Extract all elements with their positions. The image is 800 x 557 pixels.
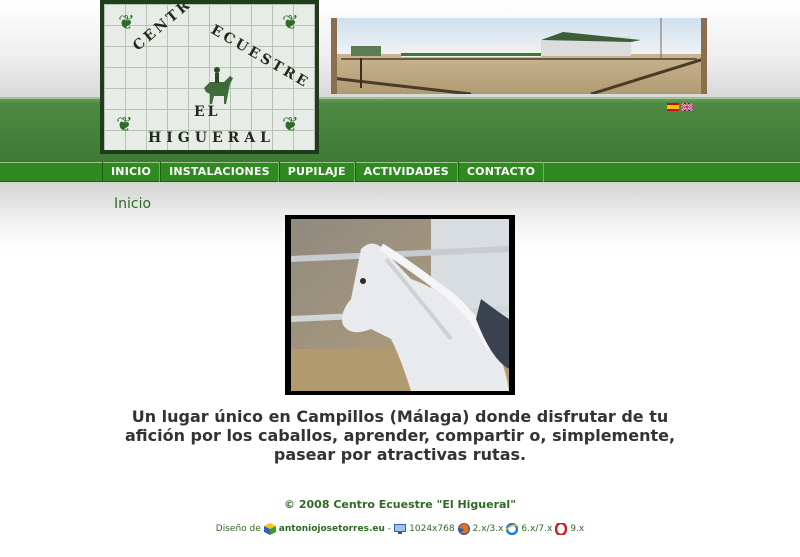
- footer-credits: Diseño de antoniojosetorres.eu - 1024x76…: [0, 523, 800, 535]
- flag-es-icon[interactable]: [667, 103, 679, 111]
- copyright-notice: © 2008 Centro Ecuestre "El Higueral": [284, 498, 516, 511]
- logo-text-higueral: HIGUERAL: [148, 130, 275, 146]
- design-label: Diseño de: [215, 524, 261, 534]
- opera-icon: [555, 523, 568, 535]
- nav-item-pupilaje[interactable]: PUPILAJE: [278, 162, 355, 182]
- fig-leaf-icon: ❦: [282, 112, 299, 136]
- firefox-version: 2.x/3.x: [472, 524, 504, 534]
- ie-icon: [506, 523, 519, 535]
- monitor-icon: [394, 524, 407, 534]
- site-logo[interactable]: ❦ ❦ ❦ ❦ CENTRO ECUESTRE EL HIGUERAL: [100, 0, 319, 154]
- welcome-tagline: Un lugar único en Campillos (Málaga) don…: [124, 407, 676, 464]
- fig-leaf-icon: ❦: [282, 10, 299, 34]
- logo-text-centro: CENTRO: [130, 4, 207, 55]
- opera-version: 9.x: [570, 524, 585, 534]
- flag-gb-icon[interactable]: [681, 103, 693, 111]
- ie-version: 6.x/7.x: [521, 524, 553, 534]
- nav-item-instalaciones[interactable]: INSTALACIONES: [160, 162, 279, 182]
- horse-video[interactable]: [285, 215, 515, 395]
- cube-icon: [263, 523, 276, 535]
- main-navigation: INICIO INSTALACIONES PUPILAJE ACTIVIDADE…: [102, 162, 545, 182]
- credits-separator: -: [387, 524, 392, 534]
- fig-leaf-icon: ❦: [116, 112, 133, 136]
- horse-rider-icon: [204, 67, 233, 104]
- nav-item-inicio[interactable]: INICIO: [102, 162, 161, 182]
- logo-tiles: ❦ ❦ ❦ ❦ CENTRO ECUESTRE EL HIGUERAL: [104, 4, 315, 150]
- designer-link[interactable]: antoniojosetorres.eu: [279, 524, 385, 534]
- arena-banner-photo: [331, 18, 707, 94]
- logo-text-el: EL: [194, 104, 221, 120]
- language-switcher: [667, 103, 693, 111]
- nav-item-contacto[interactable]: CONTACTO: [457, 162, 545, 182]
- firefox-icon: [457, 523, 470, 535]
- page-title: Inicio: [114, 196, 152, 212]
- nav-item-actividades[interactable]: ACTIVIDADES: [354, 162, 458, 182]
- fig-leaf-icon: ❦: [118, 10, 135, 34]
- horse-video-frame: [290, 219, 510, 391]
- resolution-text: 1024x768: [409, 524, 455, 534]
